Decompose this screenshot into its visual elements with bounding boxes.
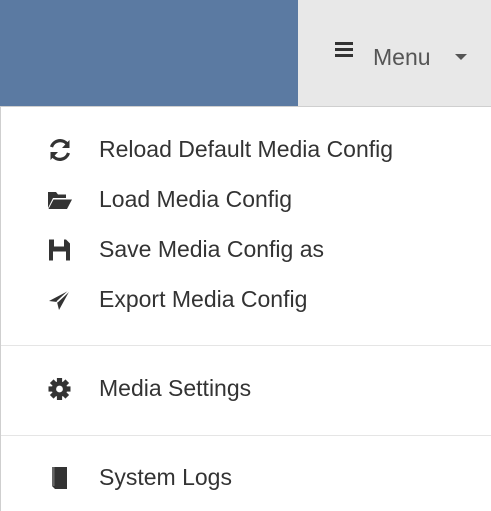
- book-icon: [52, 467, 67, 489]
- menu-item-label: Save Media Config as: [99, 236, 325, 262]
- caret-down-icon: [455, 54, 467, 60]
- cog-icon: [48, 378, 71, 400]
- menu-divider: [1, 345, 491, 346]
- dropdown-menu: Reload Default Media Config Load Media C…: [0, 106, 491, 511]
- menu-item-load-media-config[interactable]: Load Media Config: [1, 175, 491, 225]
- menu-item-export-media-config[interactable]: Export Media Config: [1, 275, 491, 325]
- menu-item-system-logs[interactable]: System Logs: [1, 453, 491, 503]
- menu-item-label: System Logs: [99, 464, 232, 490]
- floppy-disk-icon: [49, 239, 70, 261]
- hamburger-icon: [335, 42, 353, 58]
- menu-item-label: Media Settings: [99, 375, 252, 401]
- refresh-icon: [49, 139, 71, 161]
- menu-item-label: Reload Default Media Config: [99, 136, 394, 162]
- menu-item-reload-default-media-config[interactable]: Reload Default Media Config: [1, 125, 491, 175]
- menu-toggle-label: Menu: [373, 44, 431, 70]
- menu-item-label: Export Media Config: [99, 286, 308, 312]
- send-icon: [49, 289, 71, 310]
- menu-divider: [1, 435, 491, 436]
- menu-item-label: Load Media Config: [99, 186, 293, 212]
- menu-item-media-settings[interactable]: Media Settings: [1, 364, 491, 414]
- menu-item-save-media-config-as[interactable]: Save Media Config as: [1, 225, 491, 275]
- folder-open-icon: [48, 192, 72, 209]
- navbar-brand-area: [0, 0, 298, 106]
